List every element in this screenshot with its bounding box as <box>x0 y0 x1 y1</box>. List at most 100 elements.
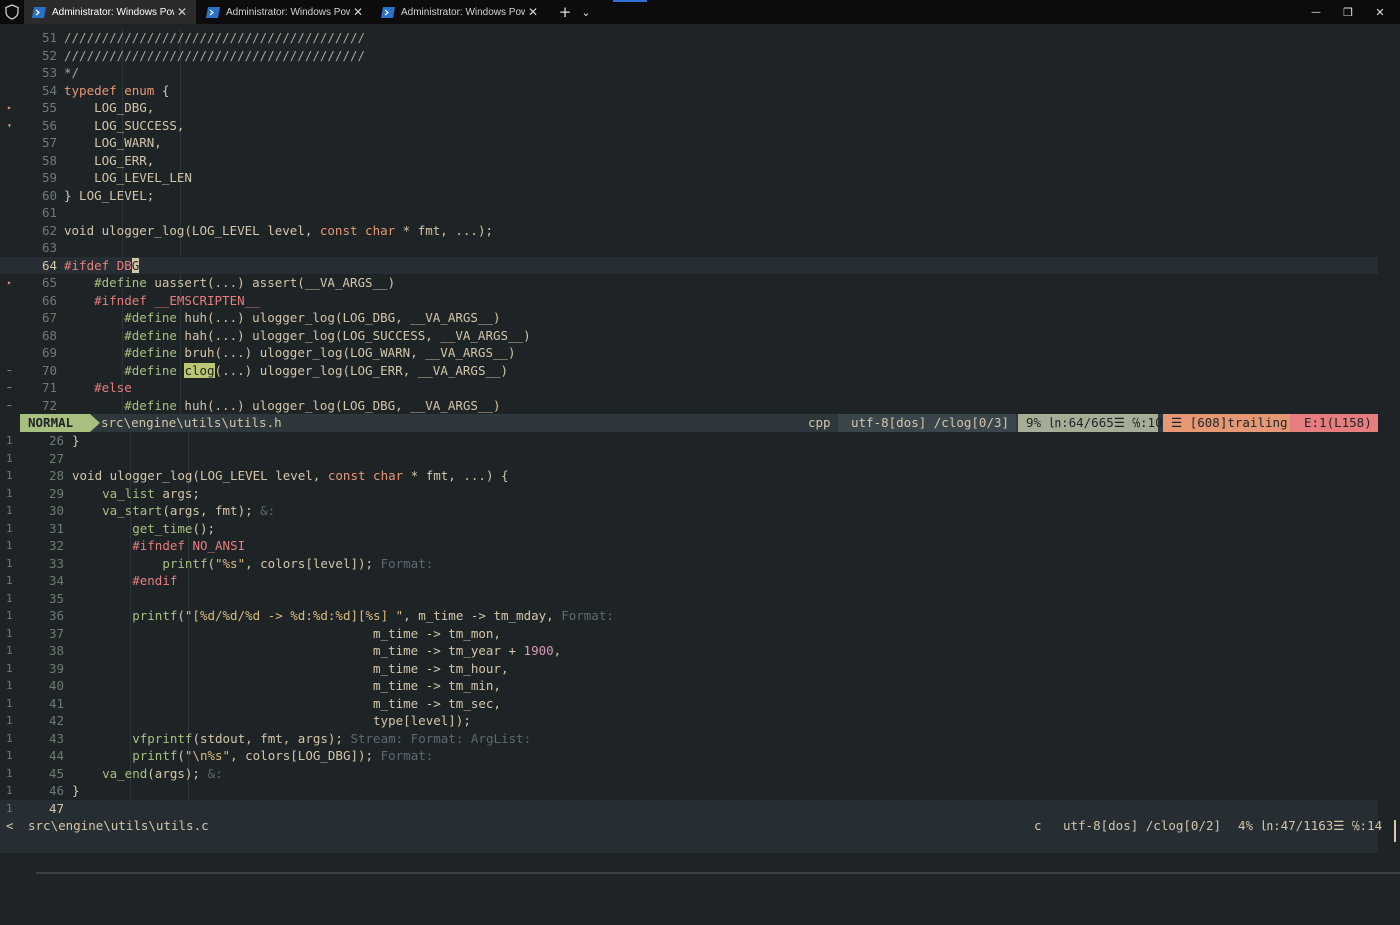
code-line[interactable]: 128void ulogger_log(LOG_LEVEL level, con… <box>0 467 1378 484</box>
code-line[interactable]: 135 <box>0 590 1378 607</box>
code-text[interactable]: LOG_ERR, <box>64 152 154 169</box>
code-text[interactable]: #define hah(...) ulogger_log(LOG_SUCCESS… <box>64 327 531 344</box>
code-line[interactable]: 52//////////////////////////////////////… <box>0 47 1378 64</box>
code-text[interactable]: #ifndef NO_ANSI <box>72 537 245 554</box>
code-text[interactable]: #define bruh(...) ulogger_log(LOG_WARN, … <box>64 344 516 361</box>
minimize-button[interactable]: — <box>1304 0 1328 24</box>
code-line[interactable]: 138 m_time -> tm_year + 1900, <box>0 642 1378 659</box>
code-line[interactable]: 66 #ifndef __EMSCRIPTEN__ <box>0 292 1378 309</box>
horizontal-scrollbar[interactable] <box>36 872 1400 874</box>
code-line[interactable]: ~70 #define clog(...) ulogger_log(LOG_ER… <box>0 362 1378 379</box>
code-text[interactable]: #ifndef __EMSCRIPTEN__ <box>64 292 260 309</box>
code-line[interactable]: 146} <box>0 782 1378 799</box>
code-text[interactable]: m_time -> tm_year + 1900, <box>72 642 561 659</box>
editor-pane-top[interactable]: 51//////////////////////////////////////… <box>0 29 1378 414</box>
code-line[interactable]: 54typedef enum { <box>0 82 1378 99</box>
code-text[interactable]: #else <box>64 379 132 396</box>
code-text[interactable]: printf("\n%s", colors[LOG_DBG]); Format: <box>72 747 433 764</box>
code-text[interactable]: #endif <box>72 572 177 589</box>
code-line[interactable]: ▾56 LOG_SUCCESS, <box>0 117 1378 134</box>
code-line[interactable]: ~71 #else <box>0 379 1378 396</box>
code-text[interactable]: #define uassert(...) assert(__VA_ARGS__) <box>64 274 395 291</box>
code-line[interactable]: 141 m_time -> tm_sec, <box>0 695 1378 712</box>
code-text[interactable]: } <box>72 432 80 449</box>
code-line[interactable]: 126} <box>0 432 1378 449</box>
code-line[interactable]: 61 <box>0 204 1378 221</box>
command-line[interactable] <box>0 835 1378 853</box>
code-line[interactable]: 139 m_time -> tm_hour, <box>0 660 1378 677</box>
statusline-encoding: utf-8[dos] /clog[0/3] <box>846 414 1016 432</box>
code-line[interactable]: ▸55 LOG_DBG, <box>0 99 1378 116</box>
code-line[interactable]: 130 va_start(args, fmt); &: <box>0 502 1378 519</box>
code-text[interactable]: void ulogger_log(LOG_LEVEL level, const … <box>72 467 509 484</box>
code-text[interactable]: } LOG_LEVEL; <box>64 187 154 204</box>
tab-3[interactable]: Administrator: Windows Power ✕ <box>373 0 547 24</box>
code-text[interactable]: //////////////////////////////////////// <box>64 29 365 46</box>
code-text[interactable]: va_list args; <box>72 485 200 502</box>
code-text[interactable]: va_end(args); &: <box>72 765 223 782</box>
code-line[interactable]: 136 printf("[%d/%d/%d -> %d:%d:%d][%s] "… <box>0 607 1378 624</box>
code-line[interactable]: 134 #endif <box>0 572 1378 589</box>
code-line[interactable]: 133 printf("%s", colors[level]); Format: <box>0 555 1378 572</box>
code-text[interactable]: m_time -> tm_mon, <box>72 625 501 642</box>
code-line[interactable]: 51//////////////////////////////////////… <box>0 29 1378 46</box>
code-line[interactable]: 144 printf("\n%s", colors[LOG_DBG]); For… <box>0 747 1378 764</box>
code-line[interactable]: 127 <box>0 450 1378 467</box>
code-line[interactable]: 64#ifdef DBG <box>0 257 1378 274</box>
code-text[interactable]: LOG_DBG, <box>64 99 154 116</box>
code-line[interactable]: 131 get_time(); <box>0 520 1378 537</box>
code-line[interactable]: 129 va_list args; <box>0 485 1378 502</box>
code-text[interactable]: typedef enum { <box>64 82 169 99</box>
code-text[interactable]: void ulogger_log(LOG_LEVEL level, const … <box>64 222 493 239</box>
code-text[interactable]: printf("%s", colors[level]); Format: <box>72 555 433 572</box>
code-text[interactable]: get_time(); <box>72 520 215 537</box>
code-text[interactable]: } <box>72 782 80 799</box>
code-line[interactable]: 57 LOG_WARN, <box>0 134 1378 151</box>
tab-dropdown-button[interactable]: ⌄ <box>578 0 594 24</box>
code-text[interactable]: type[level]); <box>72 712 471 729</box>
code-text[interactable]: m_time -> tm_hour, <box>72 660 509 677</box>
tab-1[interactable]: Administrator: Windows Powe ✕ <box>24 0 196 24</box>
code-line[interactable]: 132 #ifndef NO_ANSI <box>0 537 1378 554</box>
code-text[interactable]: LOG_WARN, <box>64 134 162 151</box>
code-line[interactable]: ~72 #define huh(...) ulogger_log(LOG_DBG… <box>0 397 1378 414</box>
close-tab-icon[interactable]: ✕ <box>174 5 190 19</box>
code-text[interactable]: va_start(args, fmt); &: <box>72 502 275 519</box>
code-line[interactable]: 145 va_end(args); &: <box>0 765 1378 782</box>
scrollbar-thumb[interactable] <box>1394 820 1396 842</box>
code-line[interactable]: 58 LOG_ERR, <box>0 152 1378 169</box>
new-tab-button[interactable]: + <box>556 0 574 24</box>
close-tab-icon[interactable]: ✕ <box>350 5 366 19</box>
code-text[interactable]: LOG_SUCCESS, <box>64 117 184 134</box>
code-line[interactable]: 142 type[level]); <box>0 712 1378 729</box>
code-line[interactable]: 59 LOG_LEVEL_LEN <box>0 169 1378 186</box>
maximize-button[interactable]: ❐ <box>1336 0 1360 24</box>
code-line[interactable]: 137 m_time -> tm_mon, <box>0 625 1378 642</box>
editor-pane-bottom[interactable]: 126}127128void ulogger_log(LOG_LEVEL lev… <box>0 432 1378 817</box>
code-line[interactable]: 67 #define huh(...) ulogger_log(LOG_DBG,… <box>0 309 1378 326</box>
code-text[interactable]: //////////////////////////////////////// <box>64 47 365 64</box>
code-text[interactable]: vfprintf(stdout, fmt, args); Stream: For… <box>72 730 531 747</box>
code-text[interactable]: #ifdef DBG <box>64 257 139 274</box>
code-line[interactable]: 69 #define bruh(...) ulogger_log(LOG_WAR… <box>0 344 1378 361</box>
code-line[interactable]: 63 <box>0 239 1378 256</box>
close-tab-icon[interactable]: ✕ <box>525 5 541 19</box>
code-text[interactable]: printf("[%d/%d/%d -> %d:%d:%d][%s] ", m_… <box>72 607 614 624</box>
code-line[interactable]: 147 <box>0 800 1378 817</box>
code-text[interactable]: */ <box>64 64 79 81</box>
code-line[interactable]: ▸65 #define uassert(...) assert(__VA_ARG… <box>0 274 1378 291</box>
code-text[interactable]: m_time -> tm_sec, <box>72 695 501 712</box>
code-line[interactable]: 53*/ <box>0 64 1378 81</box>
code-text[interactable]: #define huh(...) ulogger_log(LOG_DBG, __… <box>64 309 501 326</box>
tab-2[interactable]: Administrator: Windows Power ✕ <box>198 0 372 24</box>
close-window-button[interactable]: ✕ <box>1368 0 1392 24</box>
code-text[interactable]: #define clog(...) ulogger_log(LOG_ERR, _… <box>64 362 508 379</box>
code-line[interactable]: 60} LOG_LEVEL; <box>0 187 1378 204</box>
code-text[interactable]: #define huh(...) ulogger_log(LOG_DBG, __… <box>64 397 501 414</box>
code-line[interactable]: 68 #define hah(...) ulogger_log(LOG_SUCC… <box>0 327 1378 344</box>
code-line[interactable]: 143 vfprintf(stdout, fmt, args); Stream:… <box>0 730 1378 747</box>
code-text[interactable]: LOG_LEVEL_LEN <box>64 169 192 186</box>
code-text[interactable]: m_time -> tm_min, <box>72 677 501 694</box>
code-line[interactable]: 62void ulogger_log(LOG_LEVEL level, cons… <box>0 222 1378 239</box>
code-line[interactable]: 140 m_time -> tm_min, <box>0 677 1378 694</box>
